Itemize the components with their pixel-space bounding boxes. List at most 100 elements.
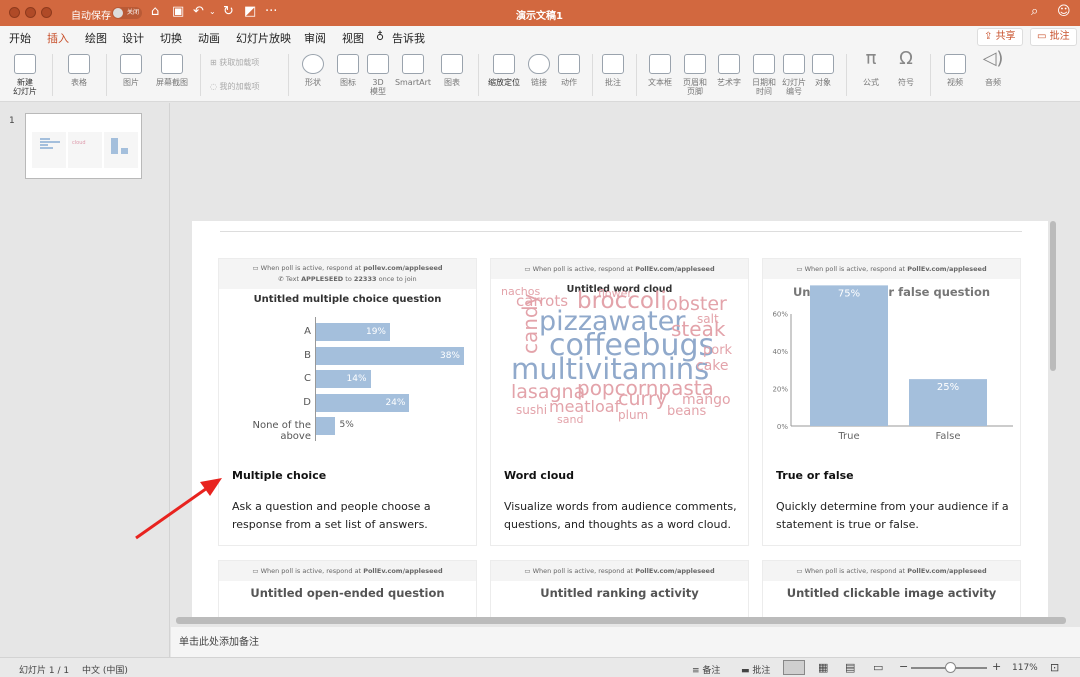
slide-number-button[interactable]: 幻灯片 编号 [780,54,808,96]
slide-sorter-icon[interactable]: ▦ [818,661,828,674]
zoom-level[interactable]: 117% [1012,663,1038,673]
audio-button[interactable]: ◁) 音频 [976,50,1010,88]
comment-icon [602,54,624,74]
zoom-button[interactable]: 缩放定位 [486,54,522,87]
horizontal-scrollbar[interactable] [176,617,1066,624]
tab-tell-me[interactable]: 告诉我 [392,30,425,46]
tab-design[interactable]: 设计 [122,30,144,46]
shapes-button[interactable]: 形状 [298,54,328,87]
tab-home[interactable]: 开始 [9,30,31,46]
language-indicator[interactable]: 中文 (中国) [82,663,128,676]
equation-button[interactable]: π 公式 [856,50,886,88]
share-button[interactable]: ⇪ 共享 [977,28,1023,46]
picture-icon [120,54,142,74]
multiple-choice-card[interactable]: ▭ When poll is active, respond at pollev… [218,258,477,546]
minimize-window-icon[interactable] [25,7,36,18]
screenshot-button[interactable]: 屏幕截图 [152,54,192,87]
icons-button[interactable]: 图标 [334,54,362,87]
slide-counter: 幻灯片 1 / 1 [19,666,70,676]
open-ended-card[interactable]: ▭ When poll is active, respond at PollEv… [218,560,477,617]
get-addins-button[interactable]: ⊞ 获取加载项 [210,58,280,67]
undo-dropdown-icon[interactable]: ⌄ [209,4,216,20]
word: sand [557,413,584,426]
picture-button[interactable]: 图片 [114,54,148,87]
slide-number-icon [783,54,805,74]
present-icon[interactable]: ◩ [244,4,256,20]
zoom-in-icon[interactable]: + [992,660,1001,673]
comments-toggle[interactable]: ▬ 批注 [741,663,770,676]
monitor-icon: ▭ [524,567,533,575]
omega-icon: Ω [899,48,913,69]
vertical-scrollbar[interactable] [1050,221,1056,371]
link-button[interactable]: 链接 [526,54,552,87]
save-icon[interactable]: ▣ [172,4,184,20]
zoom-slider-handle[interactable] [945,662,956,673]
tab-transitions[interactable]: 切换 [160,30,182,46]
clickable-image-card[interactable]: ▭ When poll is active, respond at PollEv… [762,560,1021,617]
bar: 14% [316,370,371,388]
notes-toggle[interactable]: ≡ 备注 [692,663,720,676]
monitor-icon: ▭ [252,567,261,575]
textbox-button[interactable]: 文本框 [644,54,676,87]
action-button[interactable]: 动作 [556,54,582,87]
account-icon[interactable]: ☺ [1057,4,1071,20]
chart-button[interactable]: 图表 [438,54,466,87]
slide-thumbnail-panel [0,103,170,657]
comment-button[interactable]: 批注 [600,54,626,87]
normal-view-icon[interactable] [783,660,805,675]
datetime-button[interactable]: 日期和 时间 [750,54,778,96]
slide[interactable]: ▭ When poll is active, respond at pollev… [192,221,1048,617]
close-window-icon[interactable] [9,7,20,18]
my-addins-button[interactable]: ◌ 我的加载项 [210,82,280,91]
video-button[interactable]: 视频 [938,54,972,87]
ranking-card[interactable]: ▭ When poll is active, respond at PollEv… [490,560,749,617]
share-icon: ⇪ [984,31,996,42]
card-name: Word cloud [504,469,574,482]
tab-draw[interactable]: 绘图 [85,30,107,46]
table-button[interactable]: 表格 [62,54,96,87]
ribbon: 新建 幻灯片 表格 图片 屏幕截图 ⊞ 获取加载项 ◌ 我的加载项 形状 图标 … [0,48,1080,102]
object-button[interactable]: 对象 [810,54,836,87]
more-icon[interactable]: ··· [265,4,277,20]
smartart-button[interactable]: SmartArt [394,54,432,87]
3d-model-button[interactable]: 3D 模型 [366,54,390,96]
slide-thumbnail[interactable]: cloud [25,113,142,179]
autosave-toggle[interactable]: 关闭 [112,7,142,19]
header-footer-button[interactable]: 页眉和 页脚 [680,54,710,96]
reading-view-icon[interactable]: ▤ [845,661,855,674]
zoom-out-icon[interactable]: − [899,660,908,673]
icons-icon [337,54,359,74]
tab-slideshow[interactable]: 幻灯片放映 [236,30,291,46]
notes-pane[interactable]: 单击此处添加备注 [171,627,1080,657]
bar: 24% [316,393,410,412]
search-icon[interactable]: ⌕ [1031,4,1038,20]
redo-icon[interactable]: ↻ [223,4,234,20]
store-icon: ⊞ [210,58,220,67]
card-title: Untitled multiple choice question [253,294,442,305]
tab-view[interactable]: 视图 [342,30,364,46]
slideshow-view-icon[interactable]: ▭ [873,661,883,674]
fit-to-window-icon[interactable]: ⊡ [1050,661,1059,674]
card-name: Multiple choice [232,469,327,482]
card-header: ▭ When poll is active, respond at pollev… [219,259,476,289]
new-slide-button[interactable]: 新建 幻灯片 [8,54,42,96]
maximize-window-icon[interactable] [41,7,52,18]
comments-button[interactable]: ▭ 批注 [1030,28,1077,46]
tab-animations[interactable]: 动画 [198,30,220,46]
symbol-button[interactable]: Ω 符号 [892,48,920,88]
word-cloud-card[interactable]: ▭ When poll is active, respond at PollEv… [490,258,749,546]
x-tick-label: True [837,431,859,442]
bar-category-label: C [304,373,311,384]
true-false-chart: 0% 20% 40% 60% 75% True 25% False [772,285,1013,442]
bar: 38% [316,346,464,365]
comment-icon: ▬ [741,666,753,676]
undo-icon[interactable]: ↶ [193,4,204,20]
wordart-icon [718,54,740,74]
home-icon[interactable]: ⌂ [151,4,159,20]
true-false-card[interactable]: ▭ When poll is active, respond at PollEv… [762,258,1021,546]
bar-category-label: B [304,349,311,361]
tab-insert[interactable]: 插入 [47,30,69,50]
tab-review[interactable]: 审阅 [304,30,326,46]
wordart-button[interactable]: 艺术字 [712,54,746,87]
bar-value-label: 75% [838,288,860,299]
